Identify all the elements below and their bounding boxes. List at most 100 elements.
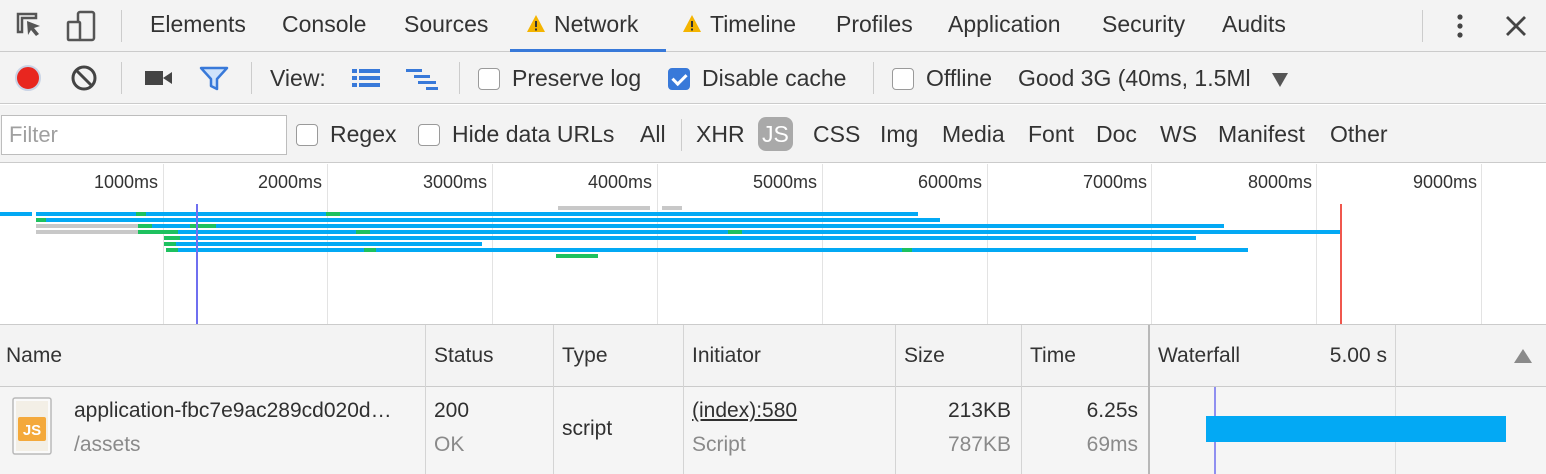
tab-application[interactable]: Application xyxy=(948,0,1061,51)
timeline-tick: 4000ms xyxy=(587,172,652,192)
device-toolbar-icon[interactable] xyxy=(64,8,100,44)
request-bar-waiting xyxy=(138,224,152,228)
initiator-type: Script xyxy=(692,433,746,456)
filter-type-ws[interactable]: WS xyxy=(1160,105,1197,163)
script-file-icon: JS xyxy=(12,397,52,461)
tab-console[interactable]: Console xyxy=(282,0,366,51)
request-bar-waiting xyxy=(902,248,912,252)
filter-type-js[interactable]: JS xyxy=(758,117,793,151)
waterfall-label: Waterfall xyxy=(1158,344,1241,367)
cell-size: 213KB 787KB xyxy=(896,387,1022,474)
filter-type-media[interactable]: Media xyxy=(942,105,1005,163)
request-name[interactable]: application-fbc7e9ac289cd020d… xyxy=(74,399,392,423)
grid-line xyxy=(1151,164,1152,324)
waterfall-bar[interactable] xyxy=(1206,416,1506,442)
throttling-select[interactable]: Good 3G (40ms, 1.5Ml xyxy=(1018,52,1288,104)
column-header-name[interactable]: Name xyxy=(0,325,426,387)
filter-bar: Regex Hide data URLs All XHR JS CSS Img … xyxy=(0,105,1546,163)
hide-data-urls-checkbox[interactable]: Hide data URLs xyxy=(418,105,614,163)
disable-cache-checkbox[interactable]: Disable cache xyxy=(668,52,846,104)
filter-type-manifest[interactable]: Manifest xyxy=(1218,105,1305,163)
regex-box[interactable] xyxy=(296,124,318,146)
column-header-size[interactable]: Size xyxy=(896,325,1022,387)
requests-table-header: Name Status Type Initiator Size Time Wat… xyxy=(0,325,1546,387)
large-rows-icon[interactable] xyxy=(348,60,384,96)
disable-cache-box[interactable] xyxy=(668,68,690,90)
divider xyxy=(459,62,460,94)
timeline-tick: 6000ms xyxy=(917,172,982,192)
grid-line xyxy=(987,164,988,324)
grid-line xyxy=(822,164,823,324)
content-size: 787KB xyxy=(947,433,1011,456)
filter-input[interactable] xyxy=(1,115,287,155)
offline-label: Offline xyxy=(926,65,993,91)
tab-timeline-label: Timeline xyxy=(710,11,797,37)
record-icon[interactable] xyxy=(10,60,46,96)
cell-waterfall xyxy=(1150,387,1546,474)
load-event-marker xyxy=(1340,204,1342,324)
chevron-down-icon xyxy=(1272,73,1288,87)
tab-sources[interactable]: Sources xyxy=(404,0,488,51)
tab-elements[interactable]: Elements xyxy=(150,0,246,51)
regex-checkbox[interactable]: Regex xyxy=(296,105,396,163)
filter-type-font[interactable]: Font xyxy=(1028,105,1074,163)
preserve-log-checkbox[interactable]: Preserve log xyxy=(478,52,641,104)
capture-screenshots-icon[interactable] xyxy=(140,60,176,96)
request-bar xyxy=(0,212,32,216)
column-header-time[interactable]: Time xyxy=(1022,325,1150,387)
preserve-log-box[interactable] xyxy=(478,68,500,90)
cell-name: JS application-fbc7e9ac289cd020d… /asset… xyxy=(0,387,426,474)
inspect-element-icon[interactable] xyxy=(12,8,48,44)
grid-line xyxy=(492,164,493,324)
filter-type-img[interactable]: Img xyxy=(880,105,918,163)
table-row[interactable]: JS application-fbc7e9ac289cd020d… /asset… xyxy=(0,387,1546,474)
view-label: View: xyxy=(270,65,326,91)
filter-type-xhr[interactable]: XHR xyxy=(696,105,745,163)
disable-cache-label: Disable cache xyxy=(702,65,847,91)
request-bar xyxy=(138,224,1224,228)
transfer-size: 213KB xyxy=(947,399,1011,422)
column-header-status[interactable]: Status xyxy=(426,325,554,387)
network-overview[interactable]: 1000ms 2000ms 3000ms 4000ms 5000ms 6000m… xyxy=(0,164,1546,325)
close-icon[interactable] xyxy=(1498,8,1534,44)
request-bar-waiting xyxy=(556,254,598,258)
warning-icon xyxy=(527,15,545,32)
hide-data-urls-box[interactable] xyxy=(418,124,440,146)
tab-audits[interactable]: Audits xyxy=(1222,0,1286,51)
column-header-waterfall[interactable]: Waterfall 5.00 s xyxy=(1150,325,1396,387)
column-header-initiator[interactable]: Initiator xyxy=(684,325,896,387)
divider xyxy=(873,62,874,94)
devtools-tab-bar: Elements Console Sources Network Timelin… xyxy=(0,0,1546,52)
request-bar-waiting xyxy=(166,248,178,252)
dom-content-loaded-marker xyxy=(196,204,198,324)
more-options-icon[interactable] xyxy=(1442,8,1478,44)
offline-box[interactable] xyxy=(892,68,914,90)
overview-icon[interactable] xyxy=(404,60,440,96)
cell-status: 200 OK xyxy=(426,387,554,474)
divider xyxy=(681,119,682,151)
sort-ascending-icon[interactable] xyxy=(1514,349,1532,368)
divider xyxy=(1422,10,1423,42)
clear-icon[interactable] xyxy=(66,60,102,96)
request-bar xyxy=(36,230,138,234)
tab-profiles[interactable]: Profiles xyxy=(836,0,913,51)
cell-type: script xyxy=(554,387,684,474)
filter-icon[interactable] xyxy=(196,60,232,96)
request-bar xyxy=(164,236,1196,240)
filter-type-doc[interactable]: Doc xyxy=(1096,105,1137,163)
tab-timeline[interactable]: Timeline xyxy=(682,0,796,51)
initiator-link[interactable]: (index):580 xyxy=(692,399,797,423)
cell-time: 6.25s 69ms xyxy=(1022,387,1150,474)
filter-type-css[interactable]: CSS xyxy=(813,105,860,163)
tab-network[interactable]: Network xyxy=(510,0,666,52)
regex-label: Regex xyxy=(330,121,397,147)
timeline-tick: 9000ms xyxy=(1412,172,1477,192)
cell-initiator: (index):580 Script xyxy=(684,387,896,474)
column-header-type[interactable]: Type xyxy=(554,325,684,387)
request-bar xyxy=(558,206,650,210)
timeline-tick: 3000ms xyxy=(422,172,487,192)
offline-checkbox[interactable]: Offline xyxy=(892,52,992,104)
tab-security[interactable]: Security xyxy=(1102,0,1185,51)
filter-type-all[interactable]: All xyxy=(640,105,666,163)
filter-type-other[interactable]: Other xyxy=(1330,105,1388,163)
